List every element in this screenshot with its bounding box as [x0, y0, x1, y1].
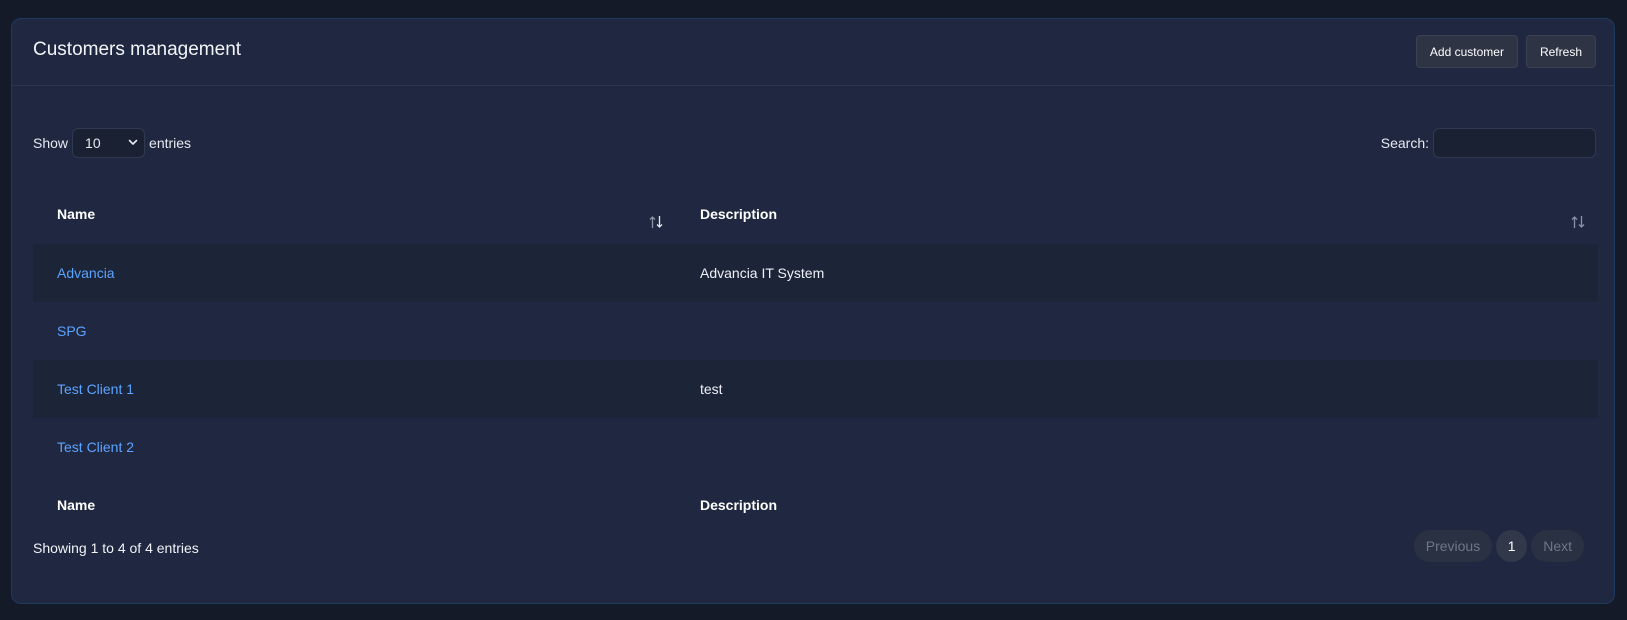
table-row: SPG	[33, 302, 1598, 360]
page-title: Customers management	[33, 39, 242, 60]
table-controls: Show 10 entries Search:	[33, 127, 1596, 161]
name-cell: Advancia	[33, 244, 676, 302]
next-page-button[interactable]: Next	[1531, 530, 1584, 562]
column-header-description-label: Description	[700, 206, 778, 222]
customer-link[interactable]: SPG	[57, 323, 87, 339]
sort-arrows-icon	[1571, 216, 1585, 228]
sort-arrows-icon	[649, 216, 663, 228]
table-row: Test Client 2	[33, 418, 1598, 476]
description-cell: Advancia IT System	[700, 265, 825, 281]
refresh-button[interactable]: Refresh	[1525, 35, 1596, 68]
name-cell: SPG	[33, 302, 676, 360]
customer-link[interactable]: Test Client 2	[57, 439, 134, 455]
description-cell	[676, 302, 1598, 360]
entries-label: entries	[149, 135, 192, 151]
column-header-name-label: Name	[57, 206, 96, 222]
description-cell: test	[700, 381, 723, 397]
table-row: Test Client 1 test	[33, 360, 1598, 418]
chevron-down-icon	[128, 139, 138, 145]
customers-card: Customers management Add customer Refres…	[11, 18, 1615, 604]
entries-length-control: Show 10 entries	[33, 127, 191, 159]
footer-column-description: Description	[700, 497, 778, 513]
add-customer-button[interactable]: Add customer	[1415, 35, 1518, 68]
description-cell	[676, 418, 1598, 476]
footer-column-name: Name	[57, 497, 96, 513]
customer-link[interactable]: Advancia	[57, 265, 115, 281]
customers-table: Name Description Advancia Advancia IT Sy…	[33, 185, 1598, 534]
name-cell: Test Client 2	[33, 418, 676, 476]
search-label: Search:	[1380, 135, 1429, 151]
name-cell: Test Client 1	[33, 360, 676, 418]
column-header-description[interactable]: Description	[676, 185, 1598, 244]
table-header-row: Name Description	[33, 185, 1598, 244]
previous-page-button[interactable]: Previous	[1413, 530, 1493, 562]
entries-select[interactable]: 10	[72, 128, 146, 158]
entries-select-value: 10	[85, 135, 101, 151]
page-1-button[interactable]: 1	[1496, 530, 1528, 562]
table-row: Advancia Advancia IT System	[33, 244, 1598, 302]
show-label: Show	[33, 135, 69, 151]
column-header-name[interactable]: Name	[33, 185, 676, 244]
search-control: Search:	[1381, 127, 1596, 159]
pagination: Previous 1 Next	[1413, 530, 1584, 562]
customer-link[interactable]: Test Client 1	[57, 381, 134, 397]
card-header: Customers management Add customer Refres…	[12, 19, 1614, 86]
header-actions: Add customer Refresh	[1415, 35, 1596, 68]
table-footer-row: Name Description	[33, 476, 1598, 534]
search-input[interactable]	[1433, 128, 1596, 158]
table-info: Showing 1 to 4 of 4 entries	[33, 540, 199, 556]
